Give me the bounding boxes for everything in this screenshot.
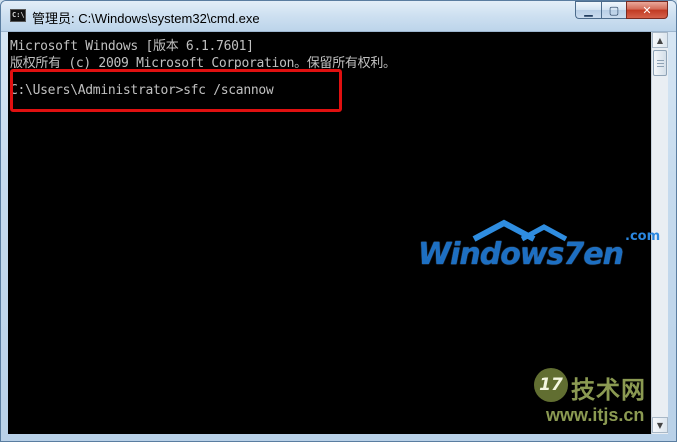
windows7en-watermark: Windows7en .com [418,215,670,275]
app-icon-glyph: C:\ [12,11,25,19]
maximize-button[interactable]: ▢ [601,1,626,19]
watermark-text: Windows7en [418,237,624,272]
scroll-down-arrow-icon[interactable]: ▼ [652,417,668,433]
scroll-up-arrow-icon[interactable]: ▲ [652,32,668,48]
close-button[interactable]: ✕ [626,1,668,19]
thumb-grip-icon [657,63,664,64]
window-title: 管理员: C:\Windows\system32\cmd.exe [32,11,260,26]
cmd-app-icon[interactable]: C:\ [10,9,26,22]
thumb-grip-icon [657,60,664,61]
cmd-window: C:\ 管理员: C:\Windows\system32\cmd.exe ▁ ▢… [0,0,677,442]
title-bar[interactable]: C:\ 管理员: C:\Windows\system32\cmd.exe ▁ ▢… [1,1,676,32]
minimize-button[interactable]: ▁ [575,1,601,19]
window-controls: ▁ ▢ ✕ [575,1,668,20]
command-highlight-box [10,69,342,112]
thumb-grip-icon [657,66,664,67]
scrollbar-thumb[interactable] [653,50,667,76]
itjs-watermark-url: www.itjs.cn [546,405,645,425]
watermark-domain-suffix: .com [625,229,661,244]
itjs-watermark-name: 技术网 [571,376,646,404]
itjs-logo-icon: 17 [534,368,568,402]
